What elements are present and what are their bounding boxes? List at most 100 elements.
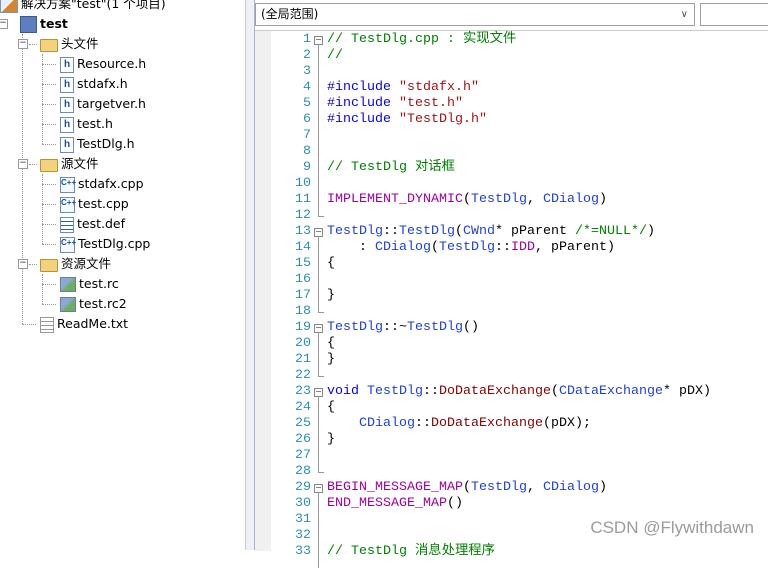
tree-line bbox=[29, 264, 37, 265]
file-node[interactable]: h targetver.h bbox=[60, 94, 146, 114]
file-node[interactable]: test.rc2 bbox=[60, 294, 127, 314]
code-line[interactable]: BEGIN_MESSAGE_MAP(TestDlg, CDialog) bbox=[327, 480, 607, 496]
code-line[interactable]: // bbox=[327, 48, 343, 64]
file-node-label: stdafx.h bbox=[77, 76, 128, 91]
code-line[interactable]: { bbox=[327, 336, 335, 352]
code-token: { bbox=[327, 400, 335, 415]
header-file-icon: h bbox=[60, 116, 74, 133]
file-node[interactable]: C++ test.cpp bbox=[60, 194, 129, 214]
code-line[interactable]: } bbox=[327, 288, 335, 304]
tree-line bbox=[42, 54, 43, 144]
header-file-icon: h bbox=[60, 96, 74, 113]
code-token: : bbox=[327, 240, 375, 255]
code-token: // bbox=[327, 48, 343, 63]
code-line[interactable]: #include "stdafx.h" bbox=[327, 80, 479, 96]
file-node[interactable]: test.rc bbox=[60, 274, 119, 294]
solution-icon bbox=[0, 0, 18, 13]
code-line[interactable]: END_MESSAGE_MAP() bbox=[327, 496, 463, 512]
line-number: 29 bbox=[295, 480, 311, 495]
collapse-icon[interactable]: − bbox=[0, 19, 8, 29]
code-line[interactable]: } bbox=[327, 352, 335, 368]
cpp-file-icon: C++ bbox=[60, 176, 76, 193]
code-token: } bbox=[327, 432, 335, 447]
code-token: , bbox=[526, 192, 543, 207]
solution-node[interactable]: 解决方案"test"(1 个项目) bbox=[0, 0, 166, 14]
code-token: () bbox=[463, 320, 479, 335]
code-token: (pDX); bbox=[542, 416, 591, 431]
code-line[interactable]: #include "test.h" bbox=[327, 96, 463, 112]
file-node[interactable]: h Resource.h bbox=[60, 54, 146, 74]
code-token: ) bbox=[598, 192, 607, 207]
code-token: { bbox=[327, 336, 335, 351]
collapse-icon[interactable]: − bbox=[18, 39, 28, 49]
code-line[interactable]: { bbox=[327, 400, 335, 416]
project-node[interactable]: test bbox=[20, 14, 68, 34]
code-line[interactable]: } bbox=[327, 432, 335, 448]
folder-node[interactable]: 源文件 bbox=[40, 154, 99, 174]
code-token: CDialog bbox=[375, 240, 431, 255]
tree-line bbox=[29, 164, 37, 165]
code-token: ::~ bbox=[383, 320, 407, 335]
tree-line bbox=[42, 84, 56, 85]
line-number: 33 bbox=[295, 544, 311, 559]
fold-guide bbox=[318, 492, 319, 568]
header-file-icon: h bbox=[60, 136, 74, 153]
project-node-label: test bbox=[40, 16, 68, 31]
fold-guide bbox=[318, 312, 324, 313]
folder-node[interactable]: 资源文件 bbox=[40, 254, 111, 274]
code-line[interactable]: TestDlg::~TestDlg() bbox=[327, 320, 479, 336]
code-token: CDataExchange bbox=[558, 384, 663, 399]
file-node[interactable]: h TestDlg.h bbox=[60, 134, 135, 154]
code-line[interactable]: // TestDlg 消息处理程序 bbox=[327, 544, 495, 560]
project-icon bbox=[20, 16, 37, 33]
splitter[interactable] bbox=[245, 0, 255, 550]
code-line[interactable]: #include "TestDlg.h" bbox=[327, 112, 487, 128]
code-token: CDialog bbox=[359, 416, 415, 431]
code-line[interactable]: IMPLEMENT_DYNAMIC(TestDlg, CDialog) bbox=[327, 192, 607, 208]
file-node[interactable]: ReadMe.txt bbox=[40, 314, 128, 334]
file-node-label: TestDlg.h bbox=[77, 136, 135, 151]
code-token: #include bbox=[327, 112, 399, 127]
scope-dropdown[interactable]: (全局范围) ∨ bbox=[255, 3, 695, 26]
code-line[interactable]: // TestDlg 对话框 bbox=[327, 160, 455, 176]
code-token: // TestDlg 对话框 bbox=[327, 160, 455, 175]
code-line[interactable]: void TestDlg::DoDataExchange(CDataExchan… bbox=[327, 384, 711, 400]
code-editor[interactable]: 1−// TestDlg.cpp : 实现文件 2//3 4 #include "st… bbox=[255, 30, 768, 568]
code-token: /*=NULL*/ bbox=[574, 224, 647, 239]
code-line[interactable]: TestDlg::TestDlg(CWnd* pParent /*=NULL*/… bbox=[327, 224, 655, 240]
file-node[interactable]: h test.h bbox=[60, 114, 113, 134]
file-node[interactable]: h stdafx.h bbox=[60, 74, 128, 94]
code-token: TestDlg bbox=[327, 224, 383, 239]
line-number: 20 bbox=[295, 336, 311, 351]
code-token: { bbox=[327, 256, 335, 271]
code-token: TestDlg bbox=[407, 320, 463, 335]
fold-guide bbox=[318, 332, 319, 376]
line-number: 13 bbox=[295, 224, 311, 239]
line-number: 18 bbox=[295, 304, 311, 319]
code-token: ) bbox=[598, 480, 607, 495]
code-line[interactable]: // TestDlg.cpp : 实现文件 bbox=[327, 32, 516, 48]
code-token: // TestDlg.cpp : 实现文件 bbox=[327, 32, 517, 47]
line-number: 2 bbox=[303, 48, 311, 63]
line-number: 5 bbox=[303, 96, 311, 111]
code-token: TestDlg bbox=[399, 224, 455, 239]
collapse-icon[interactable]: − bbox=[18, 259, 28, 269]
fold-guide bbox=[318, 216, 324, 217]
file-node[interactable]: C++ stdafx.cpp bbox=[60, 174, 144, 194]
file-node[interactable]: C++ TestDlg.cpp bbox=[60, 234, 150, 254]
code-line[interactable]: CDialog::DoDataExchange(pDX); bbox=[327, 416, 591, 432]
tree-line bbox=[42, 244, 56, 245]
folder-node[interactable]: 头文件 bbox=[40, 34, 99, 54]
folder-icon bbox=[40, 159, 58, 172]
code-line[interactable]: : CDialog(TestDlg::IDD, pParent) bbox=[327, 240, 615, 256]
code-line[interactable]: { bbox=[327, 256, 335, 272]
collapse-icon[interactable]: − bbox=[18, 159, 28, 169]
code-token: void bbox=[327, 384, 367, 399]
line-number: 12 bbox=[295, 208, 311, 223]
code-token: ( bbox=[462, 480, 471, 495]
code-token: :: bbox=[495, 240, 511, 255]
file-node[interactable]: test.def bbox=[60, 214, 125, 234]
code-token: ( bbox=[550, 384, 559, 399]
member-dropdown[interactable] bbox=[700, 3, 768, 26]
line-number: 9 bbox=[303, 160, 311, 175]
